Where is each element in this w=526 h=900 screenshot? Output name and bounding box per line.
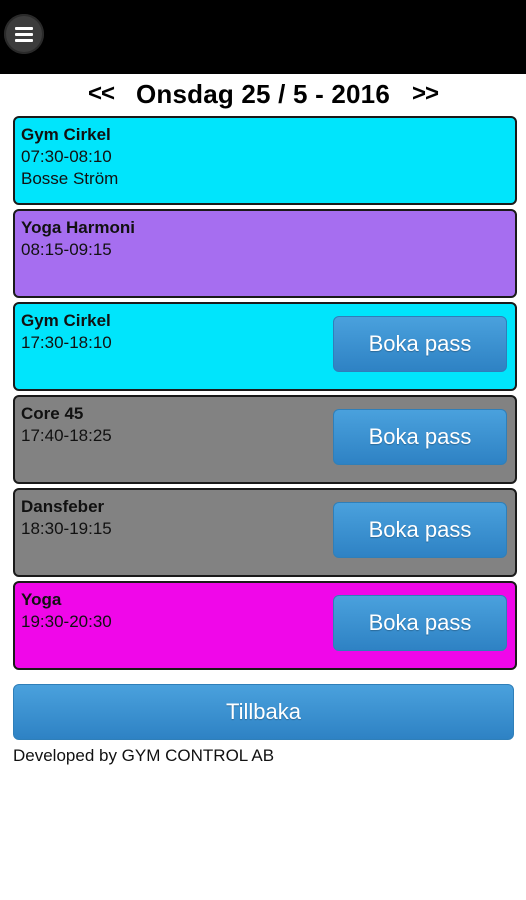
back-button[interactable]: Tillbaka <box>13 684 514 740</box>
session-list: Gym Cirkel 07:30-08:10 Bosse Ström Yoga Har… <box>13 116 517 674</box>
session-title: Yoga Harmoni <box>21 218 135 237</box>
menu-line <box>15 26 33 30</box>
hamburger-menu-icon[interactable] <box>4 14 44 54</box>
session-time: 07:30-08:10 <box>21 147 112 166</box>
session-card: Gym Cirkel 17:30-18:10 Boka pass <box>13 302 517 391</box>
top-bar <box>0 0 526 74</box>
session-card: Dansfeber 18:30-19:15 Boka pass <box>13 488 517 577</box>
next-day-button[interactable]: >> <box>412 80 439 108</box>
session-card: Yoga Harmoni 08:15-09:15 <box>13 209 517 298</box>
previous-day-button[interactable]: << <box>88 80 115 108</box>
session-card: Yoga 19:30-20:30 Boka pass <box>13 581 517 670</box>
book-session-button[interactable]: Boka pass <box>333 502 507 558</box>
current-date: Onsdag 25 / 5 - 2016 <box>135 78 390 109</box>
session-instructor: Bosse Ström <box>21 169 119 188</box>
book-session-button[interactable]: Boka pass <box>333 595 507 651</box>
date-navigation: << Onsdag 25 / 5 - 2016 >> <box>0 76 526 112</box>
session-card: Core 45 17:40-18:25 Boka pass <box>13 395 517 484</box>
menu-line <box>15 32 33 36</box>
menu-line <box>15 38 33 42</box>
book-session-button[interactable]: Boka pass <box>333 316 507 372</box>
session-title: Gym Cirkel <box>21 125 111 144</box>
session-time: 08:15-09:15 <box>21 240 112 259</box>
book-session-button[interactable]: Boka pass <box>333 409 507 465</box>
footer-credit: Developed by GYM CONTROL AB <box>13 746 275 765</box>
session-card: Gym Cirkel 07:30-08:10 Bosse Ström <box>13 116 517 205</box>
